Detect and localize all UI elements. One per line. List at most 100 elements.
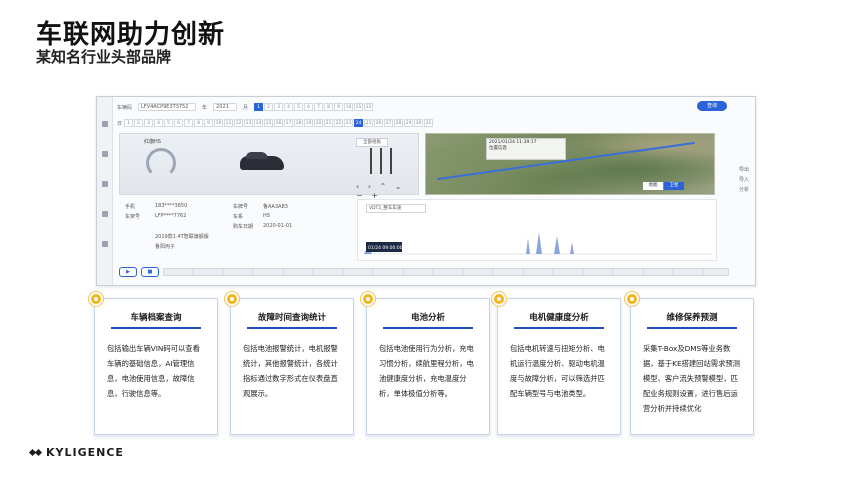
plate-label: 车牌号 [233,204,249,210]
feature-card: 故障时间查询统计 包括电池报警统计，电机报警统计，其他报警统计，各统计指标通过数… [225,292,354,435]
stop-button[interactable]: ■ [141,267,159,277]
filter-row: 车辆码 LFV4ACP9E3T3752 年 2021 月 1 2 3 4 5 6 7 8 9 10… [117,101,737,113]
year-label: 年 [202,104,208,111]
export-tool[interactable]: 导出 [737,165,751,175]
map-panel[interactable]: 2021/01/24 11:39:17 位置信息 地图 卫星 [425,133,715,195]
month-pill[interactable]: 10 [344,103,354,111]
speed-chart: VDT2_整车车速 01/24 09:00:00 [357,199,717,261]
date-value: 2020-01-01 [263,223,293,229]
day-pill[interactable]: 20 [314,119,324,127]
month-pill[interactable]: 8 [324,103,334,111]
day-pill[interactable]: 30 [414,119,424,127]
day-pill[interactable]: 1 [124,119,134,127]
card-dot-icon [625,292,639,306]
day-pill[interactable]: 3 [144,119,154,127]
card-dot-icon [225,292,239,306]
day-pill[interactable]: 16 [274,119,284,127]
month-picker: 1 2 3 4 5 6 7 8 9 10 11 12 [254,103,374,111]
day-pill[interactable]: 7 [184,119,194,127]
analyze-tool[interactable]: 分析 [737,185,751,195]
phone-label: 手机 [125,204,136,210]
day-pill[interactable]: 14 [254,119,264,127]
month-pill[interactable]: 7 [314,103,324,111]
day-pill[interactable]: 28 [394,119,404,127]
day-pill[interactable]: 9 [204,119,214,127]
card-title: 电池分析 [379,311,477,329]
month-pill[interactable]: 1 [254,103,264,111]
tool-icon[interactable] [101,181,108,187]
car-model-icon [240,152,284,170]
view-select[interactable]: 全部视角 [356,138,388,147]
day-pill[interactable]: 19 [304,119,314,127]
card-title: 电机健康度分析 [510,311,608,329]
map-type-map[interactable]: 地图 [643,182,663,190]
month-pill[interactable]: 12 [364,103,374,111]
day-pill[interactable]: 26 [374,119,384,127]
import-tool[interactable]: 导入 [737,175,751,185]
feature-card: 维修保养预测 采集T-Box及DMS等业务数据，基于KE搭建回站需求预测模型、客… [625,292,754,435]
phone-value: 183****3650 [155,203,188,209]
day-pill[interactable]: 4 [154,119,164,127]
feature-card: 电池分析 包括电池使用行为分析，充电习惯分析，续航里程分析，电池健康度分析，充电… [361,292,490,435]
day-pill[interactable]: 27 [384,119,394,127]
map-tip-text: 位置信息 [489,146,507,151]
card-title: 故障时间查询统计 [243,311,341,329]
card-body: 包括电池使用行为分析，充电习惯分析，续航里程分析，电池健康度分析，充电温度分析，… [379,344,474,398]
day-pill[interactable]: 29 [404,119,414,127]
day-pill[interactable]: 6 [174,119,184,127]
speed-gauge [146,148,176,178]
day-pill[interactable]: 17 [284,119,294,127]
date-label: 购车日期 [233,224,254,230]
right-toolbar: 导出 导入 分析 [737,165,751,195]
month-pill[interactable]: 4 [284,103,294,111]
vin-info-value: LFP****7762 [155,213,187,219]
day-pill[interactable]: 18 [294,119,304,127]
map-type-satellite[interactable]: 卫星 [664,182,684,190]
day-pill[interactable]: 23 [344,119,354,127]
kyligence-logo: KYLIGENCE [28,446,124,459]
app-side-toolbar [97,97,113,285]
tool-icon[interactable] [101,121,108,127]
month-pill[interactable]: 9 [334,103,344,111]
month-pill[interactable]: 3 [274,103,284,111]
day-picker: 1 2 3 4 5 6 7 8 9 10 11 12 13 14 15 16 17 18 19 20 21 22 23 24 2… [124,119,434,127]
card-title: 车辆档案查询 [107,311,205,329]
day-pill[interactable]: 10 [214,119,224,127]
signal-select[interactable]: VDT2_整车车速 [366,204,426,213]
day-pill[interactable]: 8 [194,119,204,127]
day-pill[interactable]: 15 [264,119,274,127]
month-pill[interactable]: 11 [354,103,364,111]
card-body: 包括输出车辆VIN码可以查看车辆的基础信息，AI管理信息，电池使用信息，故障信息… [107,344,200,398]
tool-icon[interactable] [101,211,108,217]
day-pill[interactable]: 11 [224,119,234,127]
tool-icon[interactable] [101,241,108,247]
car-model-label: 红旗HS [144,139,161,145]
feature-card: 车辆档案查询 包括输出车辆VIN码可以查看车辆的基础信息，AI管理信息，电池使用… [89,292,218,435]
day-pill[interactable]: 12 [234,119,244,127]
month-pill[interactable]: 6 [304,103,314,111]
day-pill[interactable]: 5 [164,119,174,127]
view-controls[interactable]: ‹ › ⌃ ⌄ − + [356,182,418,200]
chassis-icon [370,148,392,174]
app-screenshot: 车辆码 LFV4ACP9E3T3752 年 2021 月 1 2 3 4 5 6 7 8 9 10… [96,96,756,286]
day-pill[interactable]: 22 [334,119,344,127]
speed-chart-svg: 01/24 09:00:00 [364,232,712,255]
query-button[interactable]: 查询 [697,101,727,111]
day-pill[interactable]: 21 [324,119,334,127]
day-pill[interactable]: 2 [134,119,144,127]
day-pill[interactable]: 31 [424,119,434,127]
day-pill[interactable]: 24 [354,119,364,127]
tool-icon[interactable] [101,151,108,157]
card-title: 维修保养预测 [643,311,741,329]
logo-text: KYLIGENCE [46,446,124,459]
day-pill[interactable]: 13 [244,119,254,127]
play-button[interactable]: ▶ [119,267,137,277]
day-pill[interactable]: 25 [364,119,374,127]
playback-bar: ▶ ■ [119,265,729,279]
year-select[interactable]: 2021 [213,103,238,111]
month-pill[interactable]: 2 [264,103,274,111]
vin-input[interactable]: LFV4ACP9E3T3752 [138,103,197,111]
page-subtitle: 某知名行业头部品牌 [36,48,172,66]
month-pill[interactable]: 5 [294,103,304,111]
timeline-slider[interactable] [163,268,729,276]
